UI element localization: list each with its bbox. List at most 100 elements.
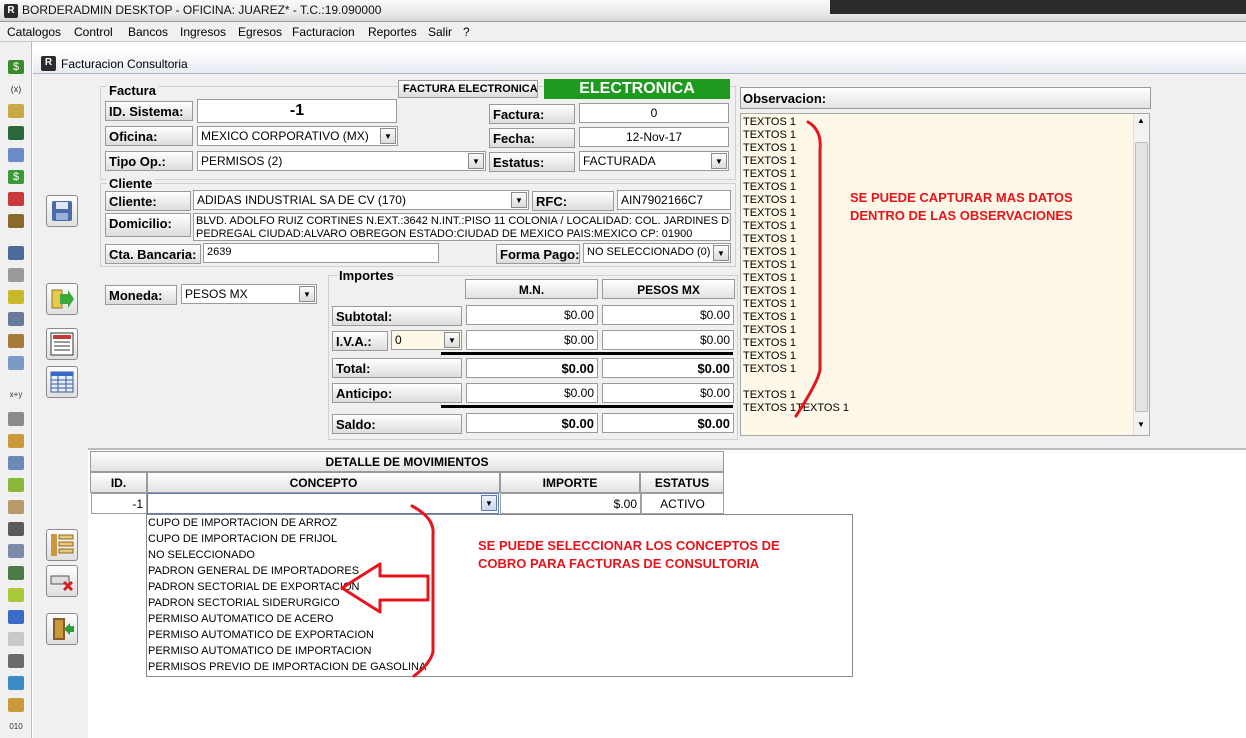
xy-icon[interactable]: x+y xyxy=(8,388,24,402)
export-button[interactable] xyxy=(46,283,78,315)
iva-rate-select[interactable]: 0 ▼ xyxy=(391,330,462,350)
observacion-textarea[interactable]: TEXTOS 1 TEXTOS 1 TEXTOS 1 TEXTOS 1 TEXTOS 1… xyxy=(740,113,1150,436)
oficina-select[interactable]: MEXICO CORPORATIVO (MX) ▼ xyxy=(197,126,398,146)
factura-field[interactable]: 0 xyxy=(579,103,729,123)
pen-icon[interactable] xyxy=(8,192,24,206)
moneda-select[interactable]: PESOS MX ▼ xyxy=(181,284,317,304)
calculator-icon[interactable] xyxy=(8,126,24,140)
calendar-icon[interactable] xyxy=(8,104,24,118)
observacion-scrollbar[interactable]: ▲ ▼ xyxy=(1133,114,1149,435)
truck-icon[interactable] xyxy=(8,356,24,370)
formula-icon[interactable]: (x) xyxy=(8,82,24,96)
document-icon[interactable] xyxy=(8,148,24,162)
total-mn: $0.00 xyxy=(466,358,598,378)
menu-ingresos[interactable]: Ingresos xyxy=(180,25,226,39)
network-icon[interactable] xyxy=(8,246,24,260)
concepto-option[interactable]: PADRON SECTORIAL DE EXPORTACION xyxy=(148,579,360,595)
binary-icon[interactable]: 010 xyxy=(8,720,24,734)
chevron-down-icon[interactable]: ▼ xyxy=(481,495,497,511)
report-icon[interactable] xyxy=(8,214,24,228)
money-bag-icon[interactable]: $ xyxy=(8,60,24,74)
menu-reportes[interactable]: Reportes xyxy=(368,25,417,39)
concepto-option[interactable]: PERMISO AUTOMATICO DE IMPORTACION xyxy=(148,643,372,659)
cliente-label: Cliente: xyxy=(105,191,191,211)
id-sistema-field[interactable]: -1 xyxy=(197,99,397,123)
oficina-label: Oficina: xyxy=(105,126,193,146)
money-icon[interactable]: $ xyxy=(8,170,24,184)
menu-control[interactable]: Control xyxy=(74,25,113,39)
report-button[interactable] xyxy=(46,328,78,360)
search-doc-icon[interactable] xyxy=(8,456,24,470)
stack-icon[interactable] xyxy=(8,434,24,448)
delete-row-button[interactable] xyxy=(46,565,78,597)
menu-catalogos[interactable]: Catalogos xyxy=(7,25,61,39)
saldo-mn: $0.00 xyxy=(466,413,598,433)
scroll-down-icon[interactable]: ▼ xyxy=(1137,420,1145,429)
concepto-select[interactable]: ▼ xyxy=(147,493,499,514)
menu-help[interactable]: ? xyxy=(463,25,470,39)
rfc-field[interactable]: AIN7902166C7 xyxy=(617,190,731,210)
cta-bancaria-field[interactable]: 2639 xyxy=(203,243,439,263)
estatus-select[interactable]: FACTURADA ▼ xyxy=(579,151,729,171)
exit-button[interactable] xyxy=(46,613,78,645)
observacion-line: TEXTOS 1 xyxy=(743,116,796,128)
save-button[interactable] xyxy=(46,195,78,227)
concepto-option[interactable]: CUPO DE IMPORTACION DE FRIJOL xyxy=(148,531,337,547)
tree-icon[interactable] xyxy=(8,566,24,580)
box-icon[interactable] xyxy=(8,334,24,348)
forma-pago-select[interactable]: NO SELECCIONADO (0) ▼ xyxy=(583,243,731,263)
print-icon[interactable] xyxy=(8,654,24,668)
concepto-option[interactable]: CUPO DE IMPORTACION DE ARROZ xyxy=(148,515,337,531)
add-row-button[interactable] xyxy=(46,529,78,561)
lock-icon[interactable] xyxy=(8,500,24,514)
saldo-pesos: $0.00 xyxy=(602,413,734,433)
window-icon[interactable] xyxy=(8,676,24,690)
row-importe-cell[interactable]: $.00 xyxy=(500,493,641,514)
cube-icon[interactable] xyxy=(8,610,24,624)
menu-salir[interactable]: Salir xyxy=(428,25,452,39)
chevron-down-icon[interactable]: ▼ xyxy=(713,245,729,261)
scale-icon[interactable] xyxy=(8,632,24,646)
menu-facturacion[interactable]: Facturacion xyxy=(292,25,355,39)
concepto-option[interactable]: PERMISOS PREVIO DE IMPORTACION DE GASOLI… xyxy=(148,659,426,675)
gear-icon[interactable] xyxy=(8,478,24,492)
row-estatus-cell[interactable]: ACTIVO xyxy=(641,493,724,514)
chevron-down-icon[interactable]: ▼ xyxy=(444,332,460,348)
database-icon[interactable] xyxy=(8,412,24,426)
observacion-line: TEXTOS 1 xyxy=(743,324,796,336)
iva-pesos: $0.00 xyxy=(602,330,734,350)
grid-icon[interactable] xyxy=(8,522,24,536)
tipo-op-select[interactable]: PERMISOS (2) ▼ xyxy=(197,151,486,171)
factura-electronica-button[interactable]: FACTURA ELECTRONICA xyxy=(398,80,538,98)
cliente-select[interactable]: ADIDAS INDUSTRIAL SA DE CV (170) ▼ xyxy=(193,190,529,210)
book-icon[interactable] xyxy=(8,312,24,326)
estatus-label: Estatus: xyxy=(489,152,575,172)
menu-bancos[interactable]: Bancos xyxy=(128,25,168,39)
clock-icon[interactable] xyxy=(8,290,24,304)
list-icon[interactable] xyxy=(8,544,24,558)
scroll-thumb[interactable] xyxy=(1135,142,1148,412)
observacion-header: Observacion: xyxy=(740,87,1151,109)
importes-group-label: Importes xyxy=(337,268,396,283)
chevron-down-icon[interactable]: ▼ xyxy=(380,128,396,144)
fecha-field[interactable]: 12-Nov-17 xyxy=(579,127,729,147)
concepto-option[interactable]: PERMISO AUTOMATICO DE EXPORTACION xyxy=(148,627,374,643)
row-id-cell[interactable]: -1 xyxy=(91,493,147,514)
concepto-option[interactable]: PADRON SECTORIAL SIDERURGICO xyxy=(148,595,340,611)
concepto-option[interactable]: PERMISO AUTOMATICO DE ACERO xyxy=(148,611,333,627)
chevron-down-icon[interactable]: ▼ xyxy=(711,153,727,169)
concepto-option[interactable]: NO SELECCIONADO xyxy=(148,547,255,563)
pencil-icon[interactable] xyxy=(8,268,24,282)
domicilio-field[interactable]: BLVD. ADOLFO RUIZ CORTINES N.EXT.:3642 N… xyxy=(193,213,731,241)
menu-egresos[interactable]: Egresos xyxy=(238,25,282,39)
observacion-line: TEXTOS 1 xyxy=(743,298,796,310)
chevron-down-icon[interactable]: ▼ xyxy=(468,153,484,169)
chevron-down-icon[interactable]: ▼ xyxy=(299,286,315,302)
concepto-option[interactable]: PADRON GENERAL DE IMPORTADORES xyxy=(148,563,359,579)
refresh-icon[interactable] xyxy=(8,698,24,712)
calc2-icon[interactable] xyxy=(8,588,24,602)
observacion-line: TEXTOS 1 xyxy=(743,272,796,284)
chevron-down-icon[interactable]: ▼ xyxy=(511,192,527,208)
grid-button[interactable] xyxy=(46,366,78,398)
scroll-up-icon[interactable]: ▲ xyxy=(1137,116,1145,125)
